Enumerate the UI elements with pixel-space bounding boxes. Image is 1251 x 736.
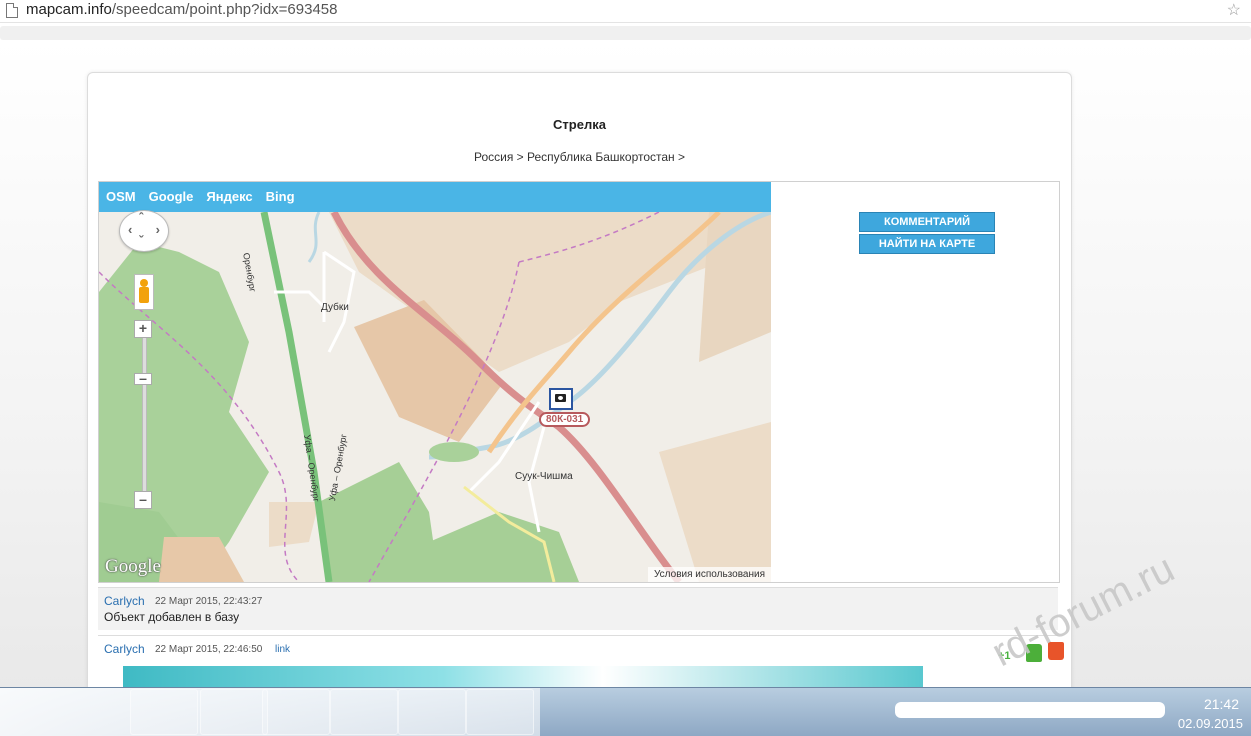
page-icon [6, 3, 18, 18]
comment-link[interactable]: link [275, 644, 290, 655]
comment-date: 22 Март 2015, 22:43:27 [155, 596, 263, 607]
find-on-map-button[interactable]: НАЙТИ НА КАРТЕ [859, 234, 995, 254]
page-title: Стрелка [553, 117, 606, 132]
clock-date[interactable]: 02.09.2015 [1178, 716, 1243, 731]
pegman-icon[interactable] [134, 274, 154, 310]
comment-text: Объект добавлен в базу [104, 610, 240, 624]
comment-author[interactable]: Carlych [104, 642, 145, 656]
redacted-taskbar [0, 688, 540, 736]
bookmark-star-icon[interactable]: ☆ [1227, 0, 1241, 20]
tab-bing[interactable]: Bing [259, 182, 301, 204]
taskbar: 21:42 02.09.2015 [0, 687, 1251, 736]
map-provider-tabs: OSM Google Яндекс Bing [99, 182, 771, 212]
comment-item: Carlych 22 Март 2015, 22:43:27 Объект до… [98, 587, 1058, 630]
comment-author[interactable]: Carlych [104, 594, 145, 608]
zoom-slider[interactable] [142, 328, 147, 498]
camera-road-code[interactable]: 80К-031 [539, 412, 591, 427]
tab-google[interactable]: Google [142, 182, 200, 204]
clock-time[interactable]: 21:42 [1204, 696, 1239, 712]
breadcrumb[interactable]: Россия > Республика Башкортостан > [88, 150, 1071, 164]
terms-link[interactable]: Условия использования [648, 567, 771, 582]
comment-button[interactable]: КОММЕНТАРИЙ [859, 212, 995, 232]
tab-yandex[interactable]: Яндекс [199, 182, 258, 204]
map[interactable]: OSM Google Яндекс Bing ‹ › ˆ ˇ + – – Дуб… [99, 182, 771, 582]
zoom-level-handle[interactable]: – [134, 371, 152, 385]
place-label-dubki: Дубки [321, 302, 349, 313]
content-card: Стрелка Россия > Республика Башкортостан… [87, 72, 1072, 714]
redacted-tray [895, 702, 1165, 718]
tab-osm[interactable]: OSM [99, 182, 142, 204]
address-bar[interactable]: mapcam.info/speedcam/point.php?idx=69345… [0, 0, 1251, 23]
map-tiles [99, 212, 771, 582]
pan-control-icon[interactable]: ‹ › ˆ ˇ [119, 210, 169, 252]
zoom-in-icon[interactable]: + [134, 320, 152, 338]
camera-icon[interactable] [549, 388, 573, 410]
redacted-toolbar [0, 26, 1251, 40]
place-label-suuk-chishma: Суук-Чишма [515, 471, 573, 482]
map-panel: OSM Google Яндекс Bing ‹ › ˆ ˇ + – – Дуб… [98, 181, 1060, 583]
zoom-out-icon[interactable]: – [134, 491, 152, 509]
comment-date: 22 Март 2015, 22:46:50 [155, 644, 263, 655]
url-text[interactable]: mapcam.info/speedcam/point.php?idx=69345… [26, 1, 337, 18]
google-logo: Google [105, 556, 161, 577]
